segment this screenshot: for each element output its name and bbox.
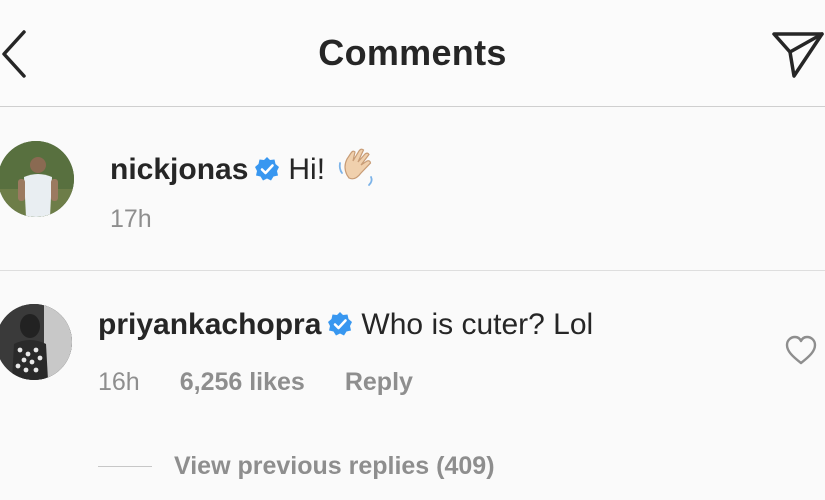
comment-row: priyankachopra Who is cuter? Lol 16h 6,25… (0, 272, 825, 500)
caption-line: nickjonas Hi! (110, 145, 379, 189)
caption-text: Hi! (288, 153, 326, 186)
caption-meta: 17h (110, 205, 192, 234)
view-previous-replies-button[interactable]: View previous replies (409) (98, 452, 495, 481)
like-button[interactable] (784, 334, 818, 366)
divider (98, 465, 152, 468)
page-title: Comments (318, 32, 507, 73)
timestamp: 16h (98, 368, 140, 396)
caption-row: nickjonas Hi! 17h (0, 107, 825, 271)
verified-badge-icon (328, 312, 353, 336)
username-link[interactable]: nickjonas (110, 153, 248, 186)
view-replies-label: View previous replies (409) (174, 452, 495, 480)
direct-send-icon (772, 32, 824, 78)
comments-screen: Comments nickjonas Hi! 17h priyankachopr… (0, 0, 825, 500)
avatar[interactable] (0, 141, 74, 217)
reply-button[interactable]: Reply (345, 368, 413, 396)
timestamp: 17h (110, 205, 152, 233)
top-nav-bar: Comments (0, 0, 825, 107)
profile-photo-icon (0, 141, 74, 217)
username-link[interactable]: priyankachopra (98, 308, 321, 341)
profile-photo-icon (0, 304, 72, 380)
likes-count-link[interactable]: 6,256 likes (180, 368, 305, 396)
heart-outline-icon (785, 335, 817, 365)
waving-hand-icon (338, 148, 373, 186)
share-button[interactable] (770, 24, 825, 82)
verified-badge-icon (255, 157, 280, 181)
comment-meta: 16h 6,256 likes Reply (98, 368, 453, 397)
comment-text: Who is cuter? Lol (361, 308, 594, 341)
comment-line: priyankachopra Who is cuter? Lol (98, 308, 593, 342)
avatar[interactable] (0, 304, 72, 380)
